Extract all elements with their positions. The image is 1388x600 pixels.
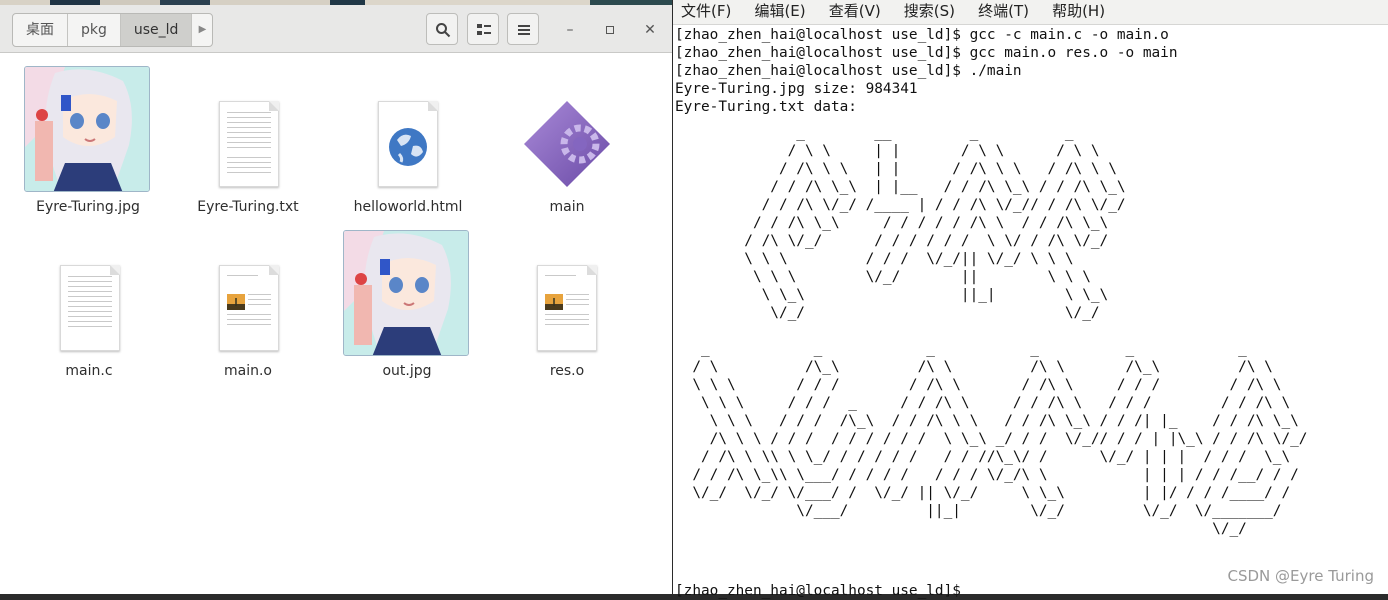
file-thumb: [14, 229, 164, 359]
breadcrumb-forward-icon[interactable]: ▶: [192, 14, 212, 46]
file-name: Eyre-Turing.jpg: [36, 199, 140, 215]
terminal-line: [zhao_zhen_hai@localhost use_ld]$ gcc ma…: [675, 45, 1178, 61]
file-thumb: [492, 229, 642, 359]
view-mode-button[interactable]: [467, 13, 499, 45]
file-thumb: [492, 65, 642, 195]
file-item-res-o[interactable]: res.o: [492, 229, 642, 379]
file-thumb: [173, 65, 323, 195]
menu-search[interactable]: 搜索(S): [904, 0, 955, 22]
minimize-button[interactable]: –: [562, 22, 578, 38]
breadcrumb-item-desktop[interactable]: 桌面: [13, 14, 68, 46]
file-item-eyre-turing-jpg[interactable]: Eyre-Turing.jpg: [13, 65, 163, 215]
file-name: main.c: [65, 363, 113, 379]
menu-file[interactable]: 文件(F): [681, 0, 731, 22]
minimize-icon: –: [566, 22, 574, 38]
terminal-line: [zhao_zhen_hai@localhost use_ld]$ gcc -c…: [675, 27, 1169, 43]
file-thumb: [332, 229, 482, 359]
watermark: CSDN @Eyre Turing: [1227, 567, 1374, 585]
file-name: helloworld.html: [353, 199, 463, 215]
breadcrumb-item-pkg[interactable]: pkg: [68, 14, 121, 46]
file-manager-headerbar: 桌面 pkg use_ld ▶ – ✕: [0, 5, 672, 53]
html-globe-icon: [378, 101, 438, 187]
close-button[interactable]: ✕: [642, 22, 658, 38]
image-thumbnail-icon: [343, 230, 469, 356]
file-thumb: [333, 65, 483, 195]
file-thumb: [173, 229, 323, 359]
file-name: Eyre-Turing.txt: [197, 199, 299, 215]
terminal-line: [zhao_zhen_hai@localhost use_ld]$ ./main: [675, 63, 1022, 79]
list-view-icon: [477, 24, 491, 35]
file-item-main-c[interactable]: main.c: [14, 229, 164, 379]
file-thumb: [13, 65, 163, 195]
file-item-main-o[interactable]: main.o: [173, 229, 323, 379]
executable-diamond-icon: [524, 101, 610, 187]
file-name: main: [549, 199, 585, 215]
maximize-icon: [606, 26, 614, 34]
file-manager-window: 桌面 pkg use_ld ▶ – ✕ Eyre-Turing.jpg Eyre…: [0, 0, 672, 594]
menu-view[interactable]: 查看(V): [829, 0, 881, 22]
menu-terminal[interactable]: 终端(T): [978, 0, 1029, 22]
file-name: out.jpg: [382, 363, 432, 379]
menu-help[interactable]: 帮助(H): [1052, 0, 1105, 22]
file-name: main.o: [224, 363, 272, 379]
terminal-prompt[interactable]: [zhao_zhen_hai@localhost use_ld]$: [675, 582, 961, 600]
document-with-image-icon: [219, 265, 279, 351]
file-grid: Eyre-Turing.jpg Eyre-Turing.txt hellowor…: [0, 53, 672, 594]
image-thumbnail-icon: [24, 66, 150, 192]
terminal-output[interactable]: [zhao_zhen_hai@localhost use_ld]$ gcc -c…: [675, 26, 1386, 599]
close-icon: ✕: [644, 22, 656, 38]
file-item-eyre-turing-txt[interactable]: Eyre-Turing.txt: [173, 65, 323, 215]
search-icon: [436, 23, 451, 38]
text-file-icon: [60, 265, 120, 351]
document-with-image-icon: [537, 265, 597, 351]
hamburger-icon: [518, 25, 530, 35]
file-item-helloworld-html[interactable]: helloworld.html: [333, 65, 483, 215]
menu-button[interactable]: [507, 13, 539, 45]
file-item-out-jpg[interactable]: out.jpg: [332, 229, 482, 379]
terminal-window: 文件(F) 编辑(E) 查看(V) 搜索(S) 终端(T) 帮助(H) [zha…: [673, 0, 1388, 599]
terminal-line: Eyre-Turing.jpg size: 984341: [675, 81, 918, 97]
terminal-line: Eyre-Turing.txt data:: [675, 99, 857, 115]
breadcrumb: 桌面 pkg use_ld ▶: [12, 13, 214, 47]
ascii-art-output: _ __ _ _ / \ \ | | / \ \ / \ \ / /\ \ \ …: [692, 125, 1308, 537]
text-file-icon: [219, 101, 279, 187]
search-button[interactable]: [426, 13, 458, 45]
file-name: res.o: [549, 363, 585, 379]
file-item-main[interactable]: main: [492, 65, 642, 215]
menu-edit[interactable]: 编辑(E): [754, 0, 805, 22]
breadcrumb-item-use-ld[interactable]: use_ld: [120, 14, 193, 46]
terminal-menubar: 文件(F) 编辑(E) 查看(V) 搜索(S) 终端(T) 帮助(H): [673, 0, 1388, 25]
maximize-button[interactable]: [602, 22, 618, 38]
